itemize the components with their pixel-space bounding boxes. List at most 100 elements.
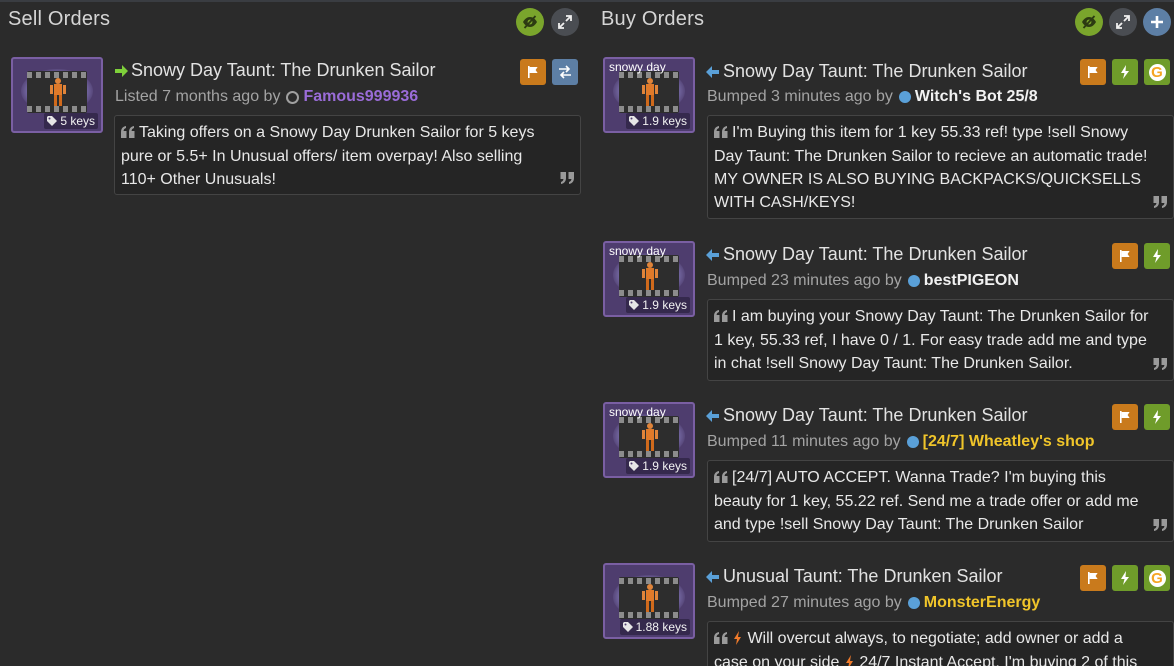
message-text: I am buying your Snowy Day Taunt: The Dr… — [714, 308, 1149, 372]
quote-open-icon — [121, 122, 135, 145]
sailor-figure-icon — [50, 78, 66, 106]
g-icon: G — [1148, 569, 1166, 587]
report-button[interactable] — [520, 59, 546, 85]
message-text: I'm Buying this item for 1 key 55.33 ref… — [714, 124, 1148, 211]
price-tag: 1.9 keys — [626, 297, 690, 313]
lightning-icon — [732, 630, 743, 647]
offline-status-icon — [286, 90, 300, 104]
price-value: 5 keys — [60, 114, 95, 128]
plus-icon — [1151, 16, 1163, 28]
add-buy-order-button[interactable] — [1143, 8, 1171, 36]
sell-orders-panel: Sell Orders 5 keys Snowy Day Taunt: The … — [0, 2, 592, 666]
report-button[interactable] — [1080, 565, 1106, 591]
buy-listing: 1.88 keys Unusual Taunt: The Drunken Sai… — [603, 563, 1174, 666]
flag-icon — [1088, 66, 1098, 78]
eye-slash-icon — [1082, 15, 1096, 29]
toggle-visibility-button[interactable] — [1075, 8, 1103, 36]
item-title-text: Unusual Taunt: The Drunken Sailor — [723, 566, 1003, 586]
effect-label: snowy day — [609, 244, 666, 258]
item-title-text: Snowy Day Taunt: The Drunken Sailor — [723, 244, 1028, 264]
online-status-icon — [906, 436, 919, 448]
instant-trade-button[interactable] — [1144, 243, 1170, 269]
price-tag: 1.88 keys — [619, 619, 690, 635]
buyer-username-link[interactable]: bestPIGEON — [924, 272, 1019, 290]
tag-icon — [629, 116, 640, 126]
item-thumbnail[interactable]: 5 keys — [11, 57, 103, 133]
price-value: 1.9 keys — [642, 114, 687, 128]
arrow-left-icon — [706, 570, 719, 583]
price-value: 1.9 keys — [642, 298, 687, 312]
sell-orders-title: Sell Orders — [8, 8, 111, 30]
listing-message: Will overcut always, to negotiate; add o… — [707, 621, 1174, 666]
buy-listing: snowy day 1.9 keys Snowy Day Taunt: The … — [603, 402, 1174, 542]
quote-open-icon — [714, 628, 728, 651]
item-title-link[interactable]: Snowy Day Taunt: The Drunken Sailor — [706, 244, 1028, 265]
online-status-icon — [898, 91, 911, 103]
report-button[interactable] — [1112, 404, 1138, 430]
lightning-icon — [1121, 571, 1129, 585]
item-title-link[interactable]: Unusual Taunt: The Drunken Sailor — [706, 566, 1003, 587]
effect-label: snowy day — [609, 405, 666, 419]
buyer-username-link[interactable]: MonsterEnergy — [924, 594, 1040, 612]
quote-close-icon — [1153, 192, 1167, 215]
flag-icon — [528, 66, 538, 78]
g-icon: G — [1148, 63, 1166, 81]
sailor-figure-icon — [642, 584, 658, 612]
listing-message: Taking offers on a Snowy Day Drunken Sai… — [114, 115, 581, 195]
tag-icon — [629, 461, 640, 471]
meta-text: Bumped 23 minutes ago by — [707, 272, 902, 289]
meta-text: Bumped 27 minutes ago by — [707, 594, 902, 611]
item-title-link[interactable]: Snowy Day Taunt: The Drunken Sailor — [706, 405, 1028, 426]
expand-button[interactable] — [551, 8, 579, 36]
report-button[interactable] — [1080, 59, 1106, 85]
sell-orders-header: Sell Orders — [0, 2, 592, 42]
toggle-visibility-button[interactable] — [516, 8, 544, 36]
flag-icon — [1088, 572, 1098, 584]
listing-meta: Bumped 11 minutes ago by [24/7] Wheatley… — [707, 433, 1094, 451]
tag-icon — [629, 300, 640, 310]
arrow-left-icon — [706, 65, 719, 78]
price-value: 1.9 keys — [642, 459, 687, 473]
trade-offer-button[interactable] — [552, 59, 578, 85]
buyer-username-link[interactable]: [24/7] Wheatley's shop — [923, 433, 1095, 451]
message-text: 24/7 Instant Accept, I'm buying 2 of thi… — [859, 654, 1138, 666]
item-title-text: Snowy Day Taunt: The Drunken Sailor — [723, 405, 1028, 425]
buy-orders-panel: Buy Orders snowy day 1.9 keys Snowy Day … — [592, 2, 1174, 666]
price-tag: 1.9 keys — [626, 113, 690, 129]
item-title-link[interactable]: Snowy Day Taunt: The Drunken Sailor — [706, 61, 1028, 82]
price-value: 1.88 keys — [635, 620, 687, 634]
effect-label: snowy day — [609, 60, 666, 74]
quote-close-icon — [560, 168, 574, 191]
seller-username-link[interactable]: Famous999936 — [303, 88, 418, 106]
instant-trade-button[interactable] — [1112, 59, 1138, 85]
g-badge-button[interactable]: G — [1144, 565, 1170, 591]
buy-orders-title: Buy Orders — [601, 8, 705, 30]
sailor-figure-icon — [642, 262, 658, 290]
report-button[interactable] — [1112, 243, 1138, 269]
eye-slash-icon — [523, 15, 537, 29]
instant-trade-button[interactable] — [1112, 565, 1138, 591]
item-title-text: Snowy Day Taunt: The Drunken Sailor — [131, 60, 436, 80]
expand-icon — [1116, 15, 1130, 29]
expand-button[interactable] — [1109, 8, 1137, 36]
buy-orders-header: Buy Orders — [592, 2, 1174, 42]
tag-icon — [622, 622, 633, 632]
arrow-left-icon — [706, 409, 719, 422]
meta-text: Bumped 3 minutes ago by — [707, 88, 893, 105]
quote-close-icon — [1153, 515, 1167, 538]
quote-close-icon — [1153, 354, 1167, 377]
buy-listing: snowy day 1.9 keys Snowy Day Taunt: The … — [603, 241, 1174, 381]
meta-text: Bumped 11 minutes ago by — [707, 433, 901, 450]
item-thumbnail[interactable]: 1.88 keys — [603, 563, 695, 639]
buyer-username-link[interactable]: Witch's Bot 25/8 — [915, 88, 1038, 106]
g-badge-button[interactable]: G — [1144, 59, 1170, 85]
tag-icon — [47, 116, 58, 126]
item-thumbnail[interactable]: snowy day 1.9 keys — [603, 402, 695, 478]
item-title-text: Snowy Day Taunt: The Drunken Sailor — [723, 61, 1028, 81]
item-thumbnail[interactable]: snowy day 1.9 keys — [603, 241, 695, 317]
meta-text: Listed 7 months ago by — [115, 88, 281, 105]
item-title-link[interactable]: Snowy Day Taunt: The Drunken Sailor — [114, 60, 436, 81]
quote-open-icon — [714, 122, 728, 145]
item-thumbnail[interactable]: snowy day 1.9 keys — [603, 57, 695, 133]
instant-trade-button[interactable] — [1144, 404, 1170, 430]
